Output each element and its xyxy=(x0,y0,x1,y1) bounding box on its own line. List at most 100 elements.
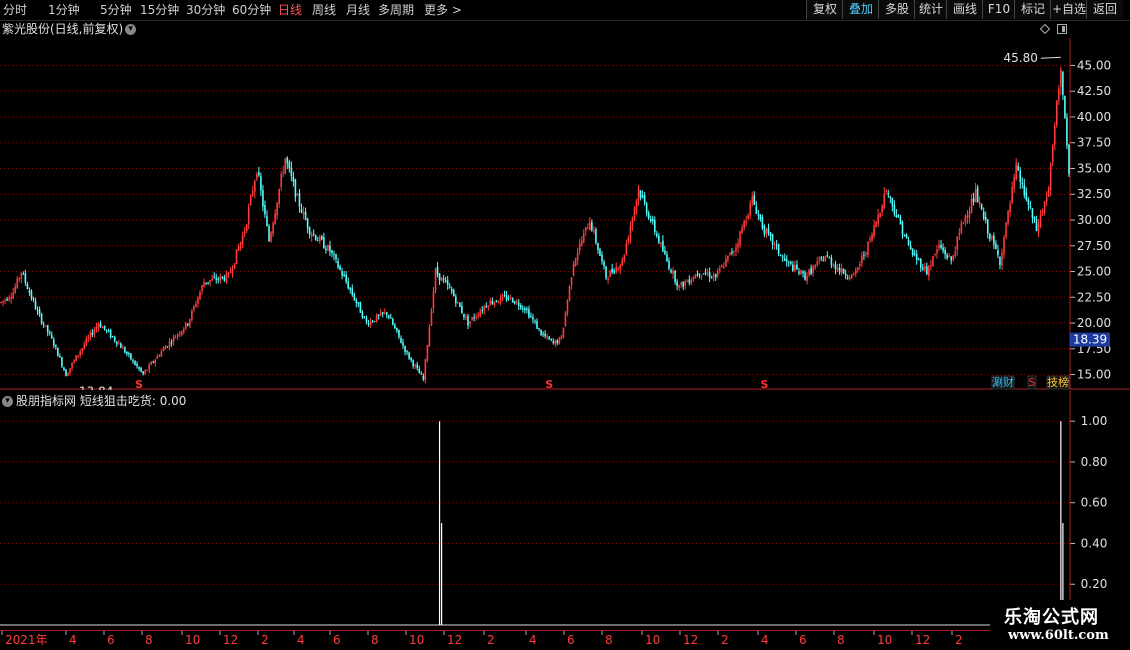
candle xyxy=(87,334,90,343)
candle xyxy=(656,230,658,239)
candle xyxy=(450,286,453,295)
candle xyxy=(81,347,84,355)
tab-timeframe-6[interactable]: 日线 xyxy=(278,2,302,18)
candle xyxy=(605,265,607,281)
badge-label[interactable]: S xyxy=(1029,376,1036,389)
candle xyxy=(113,335,116,343)
candle xyxy=(1033,216,1036,223)
candle xyxy=(511,297,514,303)
tab-timeframe-2[interactable]: 5分钟 xyxy=(100,2,132,18)
candle xyxy=(247,203,250,230)
candle xyxy=(469,321,471,328)
toolbar-button-2[interactable]: 多股 xyxy=(878,0,915,19)
candle xyxy=(187,323,189,327)
tab-timeframe-10[interactable]: 更多 > xyxy=(424,2,462,18)
candle xyxy=(377,313,380,320)
toolbar-button-0[interactable]: 复权 xyxy=(806,0,843,19)
candle xyxy=(12,287,14,300)
candle xyxy=(761,214,764,231)
toolbar-button-8[interactable]: 返回 xyxy=(1086,0,1123,19)
candle xyxy=(735,242,737,257)
candle xyxy=(570,276,573,290)
tab-timeframe-0[interactable]: 分时 xyxy=(3,2,27,18)
tab-timeframe-8[interactable]: 月线 xyxy=(346,2,370,18)
candle xyxy=(333,250,335,261)
badge-label[interactable]: 技榜 xyxy=(1047,375,1069,389)
date-label: 12 xyxy=(223,633,238,647)
tab-timeframe-4[interactable]: 30分钟 xyxy=(186,2,225,18)
candle xyxy=(459,302,461,308)
candle xyxy=(854,267,857,277)
toolbar-button-6[interactable]: 标记 xyxy=(1014,0,1051,19)
candle xyxy=(221,276,224,280)
price-axis-label: 42.50 xyxy=(1077,84,1111,98)
candle xyxy=(381,311,384,318)
toolbar-button-7[interactable]: +自选 xyxy=(1050,0,1087,19)
candle xyxy=(61,356,63,369)
candle xyxy=(519,303,522,310)
badge-label[interactable]: 涮财 xyxy=(992,375,1014,389)
candle xyxy=(75,355,77,362)
candle xyxy=(903,234,906,237)
candle xyxy=(771,233,774,250)
candle xyxy=(351,284,354,297)
candle xyxy=(26,281,29,290)
watermark-url: www.60lt.com xyxy=(1008,628,1109,643)
candle xyxy=(243,226,246,238)
date-label: 10 xyxy=(409,633,424,647)
candle xyxy=(396,327,398,334)
candle xyxy=(607,276,609,284)
candle xyxy=(966,210,969,224)
candle xyxy=(942,243,944,254)
candle xyxy=(562,327,565,339)
candle xyxy=(1041,208,1044,217)
candle xyxy=(934,253,936,257)
candle xyxy=(1064,95,1066,119)
candle xyxy=(1043,200,1046,216)
toolbar-button-4[interactable]: 画线 xyxy=(946,0,983,19)
tab-timeframe-1[interactable]: 1分钟 xyxy=(48,2,80,18)
candle xyxy=(601,251,603,265)
candle xyxy=(802,270,804,278)
date-label: 6 xyxy=(799,633,807,647)
candle xyxy=(375,313,378,323)
candle xyxy=(495,299,498,303)
candle xyxy=(430,307,433,327)
toolbar-button-5[interactable]: F10 xyxy=(982,0,1015,19)
diamond-icon[interactable] xyxy=(1040,24,1050,34)
candle xyxy=(586,223,589,230)
candle xyxy=(544,330,546,339)
tab-timeframe-9[interactable]: 多周期 xyxy=(378,2,414,18)
candle xyxy=(321,234,323,241)
price-axis-label: 32.50 xyxy=(1077,187,1111,201)
candle xyxy=(191,308,193,322)
toolbar-button-3[interactable]: 统计 xyxy=(914,0,947,19)
candle xyxy=(36,306,39,316)
tab-timeframe-5[interactable]: 60分钟 xyxy=(232,2,271,18)
candle xyxy=(180,330,183,337)
chart-title[interactable]: 紫光股份(日线,前复权) ▾ xyxy=(2,21,137,37)
candle xyxy=(46,324,49,337)
candle xyxy=(970,193,973,214)
indicator-chart[interactable]: 1.00 0.80 0.60 0.40 0.20 xyxy=(0,391,1130,630)
candle xyxy=(93,326,96,338)
toolbar-button-1[interactable]: 叠加 xyxy=(842,0,879,19)
panel-toggle-icon[interactable] xyxy=(1057,24,1067,34)
candle xyxy=(536,318,538,329)
price-chart[interactable]: 45.00 42.50 40.00 37.50 35.00 32.50 30.00 27.50… xyxy=(0,38,1130,390)
candle xyxy=(960,220,963,235)
candle xyxy=(889,195,892,204)
indicator-axis-label: 0.20 xyxy=(1081,577,1108,591)
candle xyxy=(44,325,47,328)
chevron-down-icon[interactable]: ▾ xyxy=(125,24,137,35)
candle xyxy=(574,257,577,267)
indicator-axis-label: 0.80 xyxy=(1081,455,1108,469)
tab-timeframe-3[interactable]: 15分钟 xyxy=(140,2,179,18)
candle xyxy=(921,263,924,271)
candle xyxy=(235,249,238,265)
candle xyxy=(176,333,179,341)
candle xyxy=(714,273,717,282)
tab-timeframe-7[interactable]: 周线 xyxy=(312,2,336,18)
candle xyxy=(1001,248,1003,270)
candle xyxy=(757,209,760,221)
